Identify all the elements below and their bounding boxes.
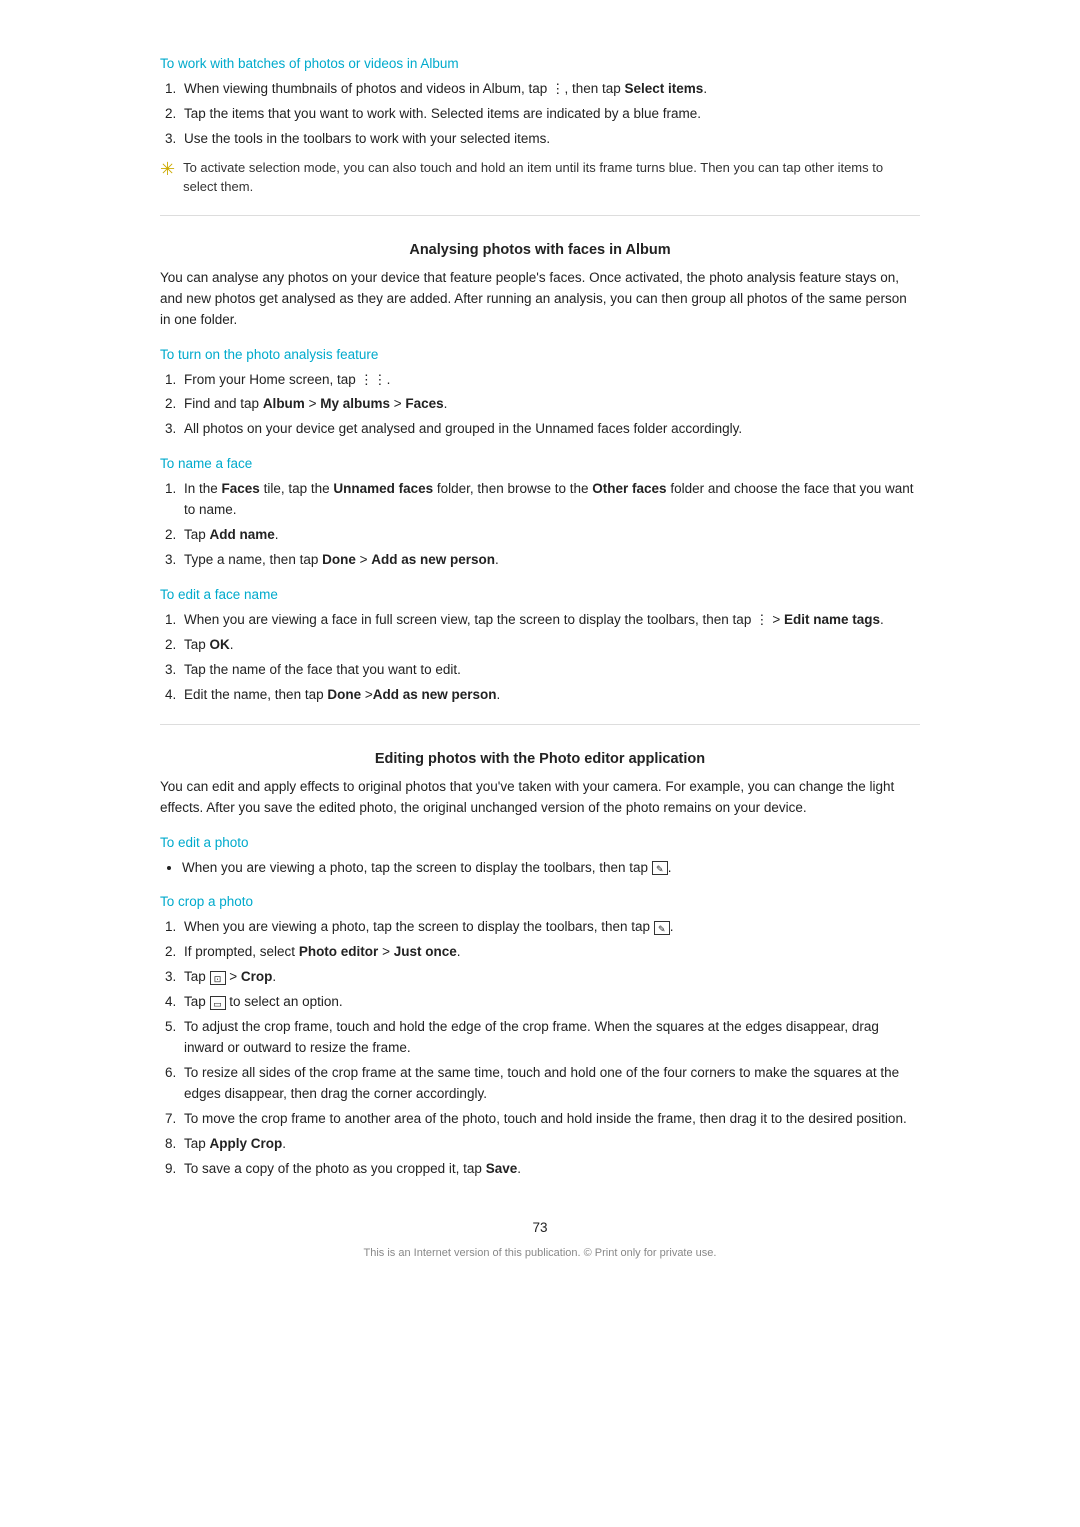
edit-icon-2: ✎ [654, 921, 670, 935]
note-block: ✳ To activate selection mode, you can al… [160, 158, 920, 197]
list-item: When viewing thumbnails of photos and vi… [180, 79, 920, 100]
menu-icon: ⋮ [755, 612, 769, 627]
turn-on-subheading: To turn on the photo analysis feature [160, 347, 920, 362]
edit-photo-subheading: To edit a photo [160, 835, 920, 850]
editing-photos-section: Editing photos with the Photo editor app… [160, 751, 920, 1180]
edit-face-steps: When you are viewing a face in full scre… [180, 610, 920, 706]
select-icon: ▭ [210, 996, 226, 1010]
turn-on-steps: From your Home screen, tap ⋮⋮. Find and … [180, 370, 920, 441]
list-item: To move the crop frame to another area o… [180, 1109, 920, 1130]
list-item: When you are viewing a photo, tap the sc… [182, 858, 920, 879]
crop-icon: ⊡ [210, 971, 226, 985]
crop-photo-subheading: To crop a photo [160, 894, 920, 909]
work-batches-steps: When viewing thumbnails of photos and vi… [180, 79, 920, 150]
menu-icon: ⋮ [551, 81, 565, 96]
list-item: In the Faces tile, tap the Unnamed faces… [180, 479, 920, 521]
list-item: When you are viewing a photo, tap the sc… [180, 917, 920, 938]
analysing-photos-title: Analysing photos with faces in Album [160, 242, 920, 258]
name-face-section: To name a face In the Faces tile, tap th… [160, 456, 920, 571]
list-item: To adjust the crop frame, touch and hold… [180, 1017, 920, 1059]
name-face-steps: In the Faces tile, tap the Unnamed faces… [180, 479, 920, 571]
divider [160, 215, 920, 216]
note-icon: ✳ [160, 159, 175, 180]
list-item: Tap ⊡ > Crop. [180, 967, 920, 988]
edit-photo-steps: When you are viewing a photo, tap the sc… [182, 858, 920, 879]
list-item: Type a name, then tap Done > Add as new … [180, 550, 920, 571]
page-content: To work with batches of photos or videos… [160, 0, 920, 1319]
edit-face-subheading: To edit a face name [160, 587, 920, 602]
edit-photo-section: To edit a photo When you are viewing a p… [160, 835, 920, 879]
list-item: Tap Apply Crop. [180, 1134, 920, 1155]
editing-photos-body: You can edit and apply effects to origin… [160, 777, 920, 819]
analysing-photos-body: You can analyse any photos on your devic… [160, 268, 920, 331]
list-item: Tap the name of the face that you want t… [180, 660, 920, 681]
list-item: To save a copy of the photo as you cropp… [180, 1159, 920, 1180]
edit-icon: ✎ [652, 861, 668, 875]
list-item: From your Home screen, tap ⋮⋮. [180, 370, 920, 391]
list-item: Tap Add name. [180, 525, 920, 546]
editing-photos-title: Editing photos with the Photo editor app… [160, 751, 920, 767]
analysing-photos-section: Analysing photos with faces in Album You… [160, 242, 920, 706]
divider-2 [160, 724, 920, 725]
list-item: Use the tools in the toolbars to work wi… [180, 129, 920, 150]
work-batches-section: To work with batches of photos or videos… [160, 56, 920, 197]
edit-face-section: To edit a face name When you are viewing… [160, 587, 920, 706]
crop-photo-section: To crop a photo When you are viewing a p… [160, 894, 920, 1179]
footer-text: This is an Internet version of this publ… [160, 1247, 920, 1259]
list-item: Find and tap Album > My albums > Faces. [180, 394, 920, 415]
note-text: To activate selection mode, you can also… [183, 158, 920, 197]
list-item: When you are viewing a face in full scre… [180, 610, 920, 631]
work-batches-subheading: To work with batches of photos or videos… [160, 56, 920, 71]
turn-on-analysis-section: To turn on the photo analysis feature Fr… [160, 347, 920, 441]
list-item: All photos on your device get analysed a… [180, 419, 920, 440]
list-item: Tap ▭ to select an option. [180, 992, 920, 1013]
page-number: 73 [160, 1220, 920, 1235]
crop-photo-steps: When you are viewing a photo, tap the sc… [180, 917, 920, 1179]
list-item: Edit the name, then tap Done >Add as new… [180, 685, 920, 706]
list-item: Tap OK. [180, 635, 920, 656]
name-face-subheading: To name a face [160, 456, 920, 471]
list-item: Tap the items that you want to work with… [180, 104, 920, 125]
list-item: To resize all sides of the crop frame at… [180, 1063, 920, 1105]
list-item: If prompted, select Photo editor > Just … [180, 942, 920, 963]
grid-icon: ⋮⋮ [360, 372, 387, 387]
